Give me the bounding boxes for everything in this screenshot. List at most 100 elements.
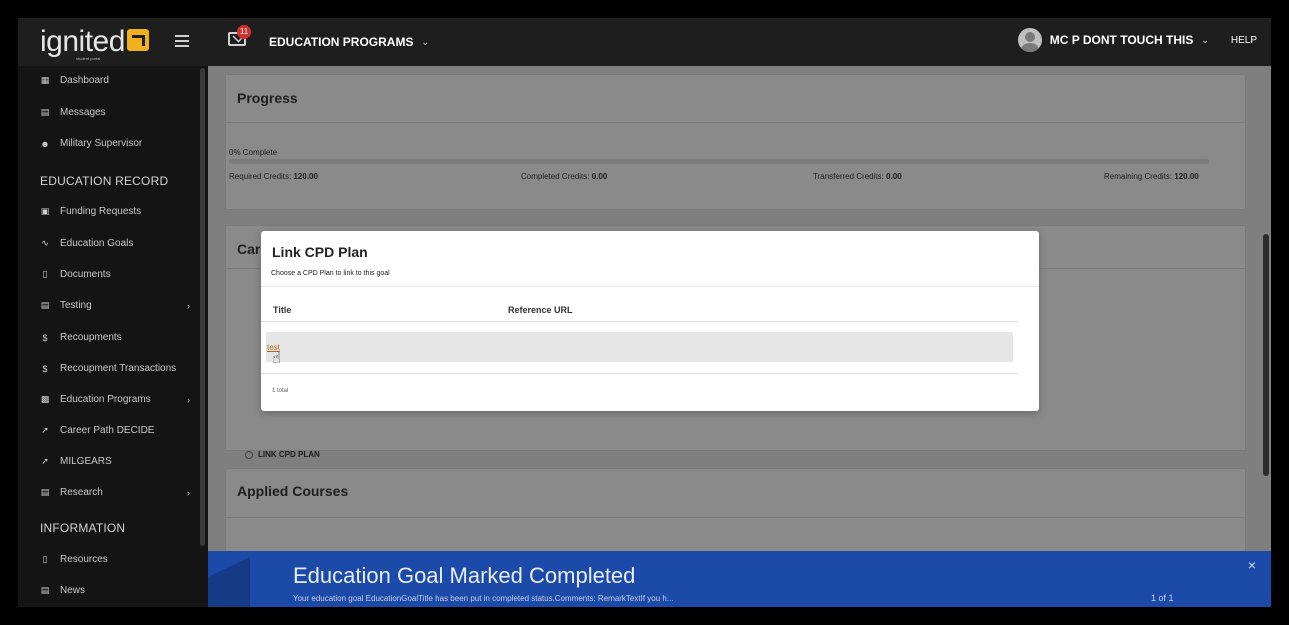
sidebar-item-resources[interactable]: ▯ Resources: [40, 554, 190, 565]
sidebar-item-testing[interactable]: ▤ Testing ›: [40, 300, 190, 311]
screen-frame: ignited student portal 11 EDUCATION PROG…: [0, 0, 1289, 625]
required-credits-label: Required Credits:: [229, 172, 292, 181]
user-name: MC P DONT TOUCH THIS: [1049, 33, 1194, 47]
transferred-credits-value: 0.00: [886, 172, 902, 181]
sidebar-item-label: Funding Requests: [60, 206, 142, 217]
remaining-credits: Remaining Credits: 120.00: [1104, 172, 1199, 181]
sidebar-item-label: Dashboard: [60, 75, 109, 86]
sidebar-item-label: Testing: [60, 300, 92, 311]
table-total-count: 1 total: [272, 388, 289, 394]
dashboard-icon: ▦: [40, 75, 50, 85]
program-menu-button[interactable]: EDUCATION PROGRAMS ⌄: [269, 35, 429, 49]
app-window: ignited student portal 11 EDUCATION PROG…: [18, 18, 1271, 607]
logo-text: ignited: [40, 25, 125, 58]
sidebar-item-label: Recoupments: [60, 332, 122, 343]
mail-count-badge: 11: [237, 25, 251, 39]
sidebar-item-research[interactable]: ▤ Research ›: [40, 487, 190, 498]
completed-credits-value: 0.00: [591, 172, 608, 181]
progress-card: Progress: [225, 74, 1246, 210]
help-link[interactable]: HELP: [1231, 35, 1257, 46]
avatar: [1017, 28, 1042, 52]
funding-icon: ▣: [40, 206, 50, 216]
progress-title: Progress: [237, 90, 298, 106]
card-divider: [226, 122, 1245, 123]
sidebar-item-education-goals[interactable]: ∿ Education Goals: [40, 238, 190, 249]
chevron-down-icon: ⌄: [421, 36, 429, 47]
main-scrollbar[interactable]: [1263, 234, 1269, 476]
sidebar-item-label: Documents: [60, 269, 111, 280]
sidebar-item-label: Messages: [60, 107, 106, 118]
remaining-credits-value: 120.00: [1174, 172, 1199, 181]
sidebar-item-recoupment-transactions[interactable]: $ Recoupment Transactions: [40, 363, 190, 374]
card-divider: [226, 517, 1245, 518]
radio-icon: [245, 450, 253, 459]
brand-logo[interactable]: ignited student portal: [18, 18, 208, 66]
sidebar-item-recoupments[interactable]: $ Recoupments: [40, 332, 190, 343]
sidebar-item-career-path-decide[interactable]: ➚ Career Path DECIDE: [40, 425, 190, 436]
sidebar: ▦ Dashboard ▤ Messages ☻ Military Superv…: [18, 66, 208, 607]
sidebar-item-funding-requests[interactable]: ▣ Funding Requests: [40, 206, 190, 217]
sidebar-item-label: Research: [60, 487, 103, 498]
sidebar-item-military-supervisor[interactable]: ☻ Military Supervisor: [40, 138, 190, 149]
sidebar-scrollbar[interactable]: [200, 68, 205, 546]
required-credits-value: 120.00: [293, 172, 318, 181]
sidebar-item-label: Recoupment Transactions: [60, 363, 177, 374]
progress-percent-label: 0% Complete: [229, 148, 278, 157]
career-icon: ➚: [41, 425, 49, 435]
chevron-down-icon: ⌄: [1201, 34, 1209, 45]
link-cpd-plan-option[interactable]: LINK CPD PLAN: [245, 450, 320, 459]
top-bar: ignited student portal 11 EDUCATION PROG…: [18, 18, 1271, 66]
sidebar-item-education-programs[interactable]: ▩ Education Programs ›: [40, 394, 190, 405]
logo-mark-icon: [126, 29, 149, 51]
sidebar-item-dashboard[interactable]: ▦ Dashboard: [40, 75, 190, 86]
table-row[interactable]: [266, 332, 1013, 362]
notification-decoration: [208, 557, 250, 607]
completed-credits: Completed Credits: 0.00: [521, 172, 607, 181]
sidebar-item-milgears[interactable]: ➚ MILGEARS: [40, 456, 190, 467]
column-header-reference-url[interactable]: Reference URL: [508, 305, 573, 315]
program-menu-label: EDUCATION PROGRAMS: [269, 35, 414, 49]
table-row-divider: [261, 373, 1018, 374]
progress-bar: [229, 159, 1209, 164]
chevron-right-icon: ›: [187, 394, 190, 405]
logo-tagline: student portal: [76, 56, 101, 61]
remaining-credits-label: Remaining Credits:: [1104, 172, 1173, 181]
column-header-title[interactable]: Title: [273, 305, 291, 315]
testing-icon: ▤: [40, 300, 50, 310]
user-menu[interactable]: MC P DONT TOUCH THIS ⌄ HELP: [1017, 28, 1257, 52]
news-icon: ▤: [40, 585, 50, 595]
link-cpd-plan-modal: Link CPD Plan Choose a CPD Plan to link …: [261, 231, 1039, 411]
notification-title: Education Goal Marked Completed: [293, 563, 636, 588]
menu-toggle-icon[interactable]: [175, 35, 189, 50]
hand-cursor-icon: ☝: [272, 350, 282, 367]
users-icon: ☻: [40, 138, 50, 149]
section-education-record: EDUCATION RECORD: [40, 174, 169, 188]
modal-subtitle: Choose a CPD Plan to link to this goal: [271, 270, 390, 277]
notification-banner: Education Goal Marked Completed Your edu…: [208, 551, 1271, 607]
resources-icon: ▯: [42, 554, 48, 564]
sidebar-item-label: Education Programs: [60, 394, 151, 405]
required-credits: Required Credits: 120.00: [229, 172, 318, 181]
modal-divider: [261, 286, 1039, 287]
modal-title: Link CPD Plan: [272, 244, 368, 260]
messages-icon: ▤: [40, 107, 50, 117]
sidebar-item-messages[interactable]: ▤ Messages: [40, 107, 190, 118]
sidebar-item-label: Education Goals: [60, 238, 134, 249]
goals-icon: ∿: [41, 238, 49, 248]
transferred-credits-label: Transferred Credits:: [813, 172, 884, 181]
notification-pager: 1 of 1: [1151, 593, 1174, 603]
document-icon: ▯: [42, 269, 48, 279]
sidebar-item-label: Career Path DECIDE: [60, 425, 155, 436]
table-header-divider: [261, 321, 1018, 322]
programs-icon: ▩: [40, 394, 50, 404]
notification-message: Your education goal EducationGoalTitle h…: [293, 594, 674, 603]
sidebar-item-label: MILGEARS: [60, 456, 112, 467]
sidebar-item-news[interactable]: ▤ News: [40, 585, 190, 596]
sidebar-item-label: News: [60, 585, 86, 596]
close-icon[interactable]: ×: [1248, 557, 1256, 573]
milgears-icon: ➚: [41, 456, 49, 466]
link-cpd-plan-label: LINK CPD PLAN: [258, 450, 320, 459]
sidebar-item-documents[interactable]: ▯ Documents: [40, 269, 190, 280]
section-information: INFORMATION: [40, 521, 126, 535]
applied-courses-title: Applied Courses: [237, 483, 349, 499]
